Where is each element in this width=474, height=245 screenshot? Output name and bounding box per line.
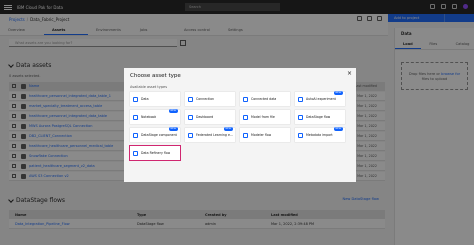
tile-label: DataStage flow [306, 115, 331, 119]
tile-label: Dashboard [196, 115, 214, 119]
asset-type-tile[interactable]: Notebook NEW [130, 109, 180, 124]
asset-type-tile[interactable]: Metadata import NEW [295, 127, 345, 142]
asset-type-icon [188, 132, 193, 138]
asset-type-icon [243, 96, 248, 102]
tile-label: Connection [196, 97, 215, 101]
asset-type-icon [243, 114, 248, 120]
new-badge: NEW [333, 127, 343, 131]
asset-type-icon [243, 132, 248, 138]
new-badge: NEW [223, 127, 233, 131]
asset-type-tile[interactable]: Data [130, 92, 180, 106]
asset-type-grid: Data Connection Connected data AutoAI exper… [130, 91, 350, 160]
tile-label: DataStage component [141, 133, 177, 137]
tile-label: Data Refinery flow [141, 151, 171, 155]
asset-type-icon [298, 132, 303, 138]
asset-type-tile[interactable]: Modeler flow [240, 128, 290, 142]
tile-label: Connected data [251, 97, 277, 101]
asset-type-tile[interactable]: DataStage flow [295, 110, 345, 124]
asset-type-tile[interactable]: AutoAI experiment NEW [295, 91, 345, 106]
asset-type-tile[interactable]: Federated Learning e... NEW [185, 127, 235, 142]
choose-asset-type-dialog: Choose asset type × Available asset type… [124, 68, 356, 182]
tile-label: Metadata import [306, 133, 333, 137]
tile-label: Modeler flow [251, 133, 272, 137]
asset-type-icon [298, 114, 303, 120]
new-badge: NEW [168, 127, 178, 131]
new-badge: NEW [333, 91, 343, 95]
dialog-title: Choose asset type [130, 73, 181, 79]
asset-type-icon [133, 132, 138, 138]
asset-type-icon [298, 96, 303, 102]
asset-type-icon [133, 96, 138, 102]
asset-type-tile[interactable]: Data Refinery flow [130, 146, 180, 160]
tile-label: Federated Learning e... [196, 133, 233, 137]
asset-type-tile[interactable]: Connection [185, 92, 235, 106]
dialog-subtitle: Available asset types [130, 85, 168, 89]
tile-label: Model from file [251, 115, 275, 119]
asset-type-icon [188, 114, 193, 120]
asset-type-tile[interactable]: Model from file [240, 110, 290, 124]
close-icon[interactable]: × [347, 70, 352, 77]
tile-label: AutoAI experiment [306, 97, 336, 101]
tile-label: Notebook [141, 115, 157, 119]
new-badge: NEW [168, 109, 178, 113]
asset-type-icon [133, 114, 138, 120]
asset-type-icon [188, 96, 193, 102]
asset-type-tile[interactable]: DataStage component NEW [130, 127, 180, 142]
asset-type-icon [133, 150, 138, 156]
tile-label: Data [141, 97, 149, 101]
asset-type-tile[interactable]: Connected data [240, 92, 290, 106]
asset-type-tile[interactable]: Dashboard [185, 110, 235, 124]
